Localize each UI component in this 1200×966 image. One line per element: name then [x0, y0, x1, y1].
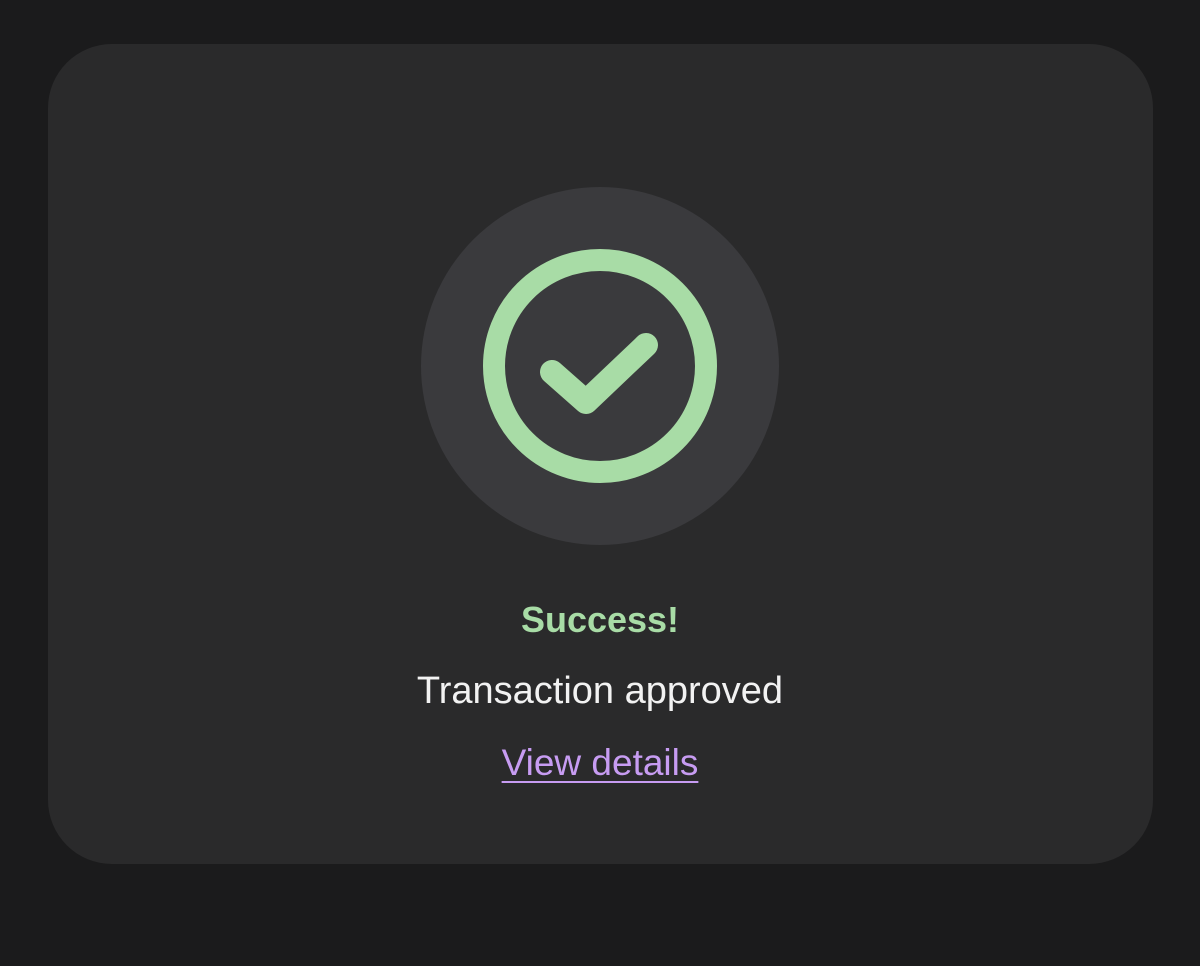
check-circle-icon — [483, 249, 717, 483]
link-container: View details — [0, 740, 1200, 786]
status-message: Transaction approved — [416, 670, 784, 712]
success-icon-badge — [421, 187, 779, 545]
view-details-link[interactable]: View details — [502, 742, 699, 783]
status-title: Success! — [520, 599, 680, 640]
